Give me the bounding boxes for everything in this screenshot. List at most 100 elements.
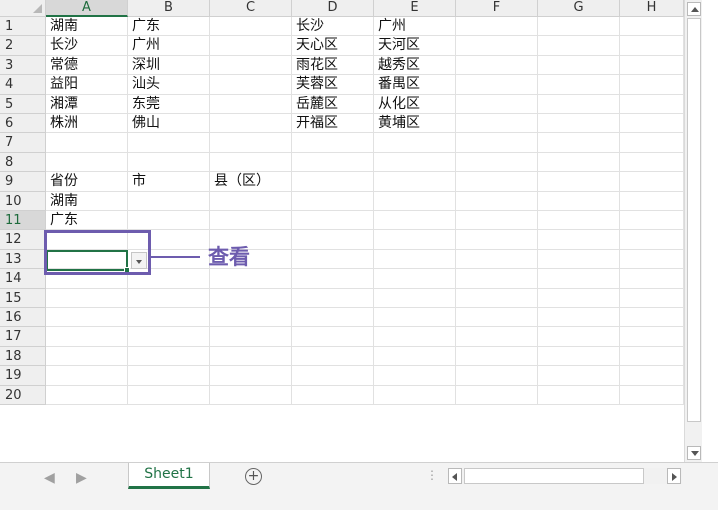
- cell-d19[interactable]: [292, 366, 374, 386]
- cell-g18[interactable]: [538, 346, 620, 367]
- cell-a9[interactable]: 省份: [46, 172, 128, 192]
- cell-c20[interactable]: [210, 385, 292, 405]
- cell-e6[interactable]: 黄埔区: [374, 114, 456, 134]
- cell-g13[interactable]: [538, 249, 620, 270]
- cell-a11[interactable]: 广东: [46, 211, 128, 231]
- cell-g1[interactable]: [538, 17, 620, 37]
- cell-d1[interactable]: 长沙: [292, 17, 374, 37]
- cell-a3[interactable]: 常德: [46, 55, 128, 76]
- column-header-g[interactable]: G: [538, 0, 620, 17]
- row-header-12[interactable]: 12: [0, 230, 46, 250]
- cell-a15[interactable]: [46, 288, 128, 308]
- cell-b10[interactable]: [128, 191, 210, 211]
- cell-f10[interactable]: [456, 191, 538, 211]
- sheet-tab-sheet1[interactable]: Sheet1: [128, 463, 210, 489]
- cell-c11[interactable]: [210, 211, 292, 231]
- column-header-c[interactable]: C: [210, 0, 292, 17]
- cell-a20[interactable]: [46, 385, 128, 405]
- add-sheet-icon[interactable]: +: [245, 468, 262, 485]
- cell-g20[interactable]: [538, 385, 620, 405]
- scroll-left-button[interactable]: [448, 468, 462, 484]
- cell-h6[interactable]: [620, 114, 684, 134]
- cell-g7[interactable]: [538, 133, 620, 153]
- cell-a7[interactable]: [46, 133, 128, 153]
- row-header-19[interactable]: 19: [0, 366, 46, 386]
- cell-f18[interactable]: [456, 346, 538, 367]
- cell-c16[interactable]: [210, 308, 292, 328]
- cell-a5[interactable]: 湘潭: [46, 94, 128, 114]
- cell-c18[interactable]: [210, 346, 292, 367]
- cell-f1[interactable]: [456, 17, 538, 37]
- column-header-d[interactable]: D: [292, 0, 374, 17]
- cell-d17[interactable]: [292, 327, 374, 347]
- cell-f12[interactable]: [456, 230, 538, 250]
- cell-g2[interactable]: [538, 36, 620, 56]
- next-sheet-icon[interactable]: ▶: [76, 470, 87, 486]
- cell-a6[interactable]: 株洲: [46, 114, 128, 134]
- cell-f15[interactable]: [456, 288, 538, 308]
- cell-h3[interactable]: [620, 55, 684, 76]
- cell-h18[interactable]: [620, 346, 684, 367]
- cell-e16[interactable]: [374, 308, 456, 328]
- cell-b19[interactable]: [128, 366, 210, 386]
- cell-b1[interactable]: 广东: [128, 17, 210, 37]
- cell-c5[interactable]: [210, 94, 292, 114]
- cell-f16[interactable]: [456, 308, 538, 328]
- cell-c7[interactable]: [210, 133, 292, 153]
- column-header-a[interactable]: A: [46, 0, 128, 17]
- cell-b6[interactable]: 佛山: [128, 114, 210, 134]
- cell-e18[interactable]: [374, 346, 456, 367]
- cell-f11[interactable]: [456, 211, 538, 231]
- cell-c4[interactable]: [210, 75, 292, 95]
- cell-g9[interactable]: [538, 172, 620, 192]
- cell-b7[interactable]: [128, 133, 210, 153]
- cell-b2[interactable]: 广州: [128, 36, 210, 56]
- cell-f2[interactable]: [456, 36, 538, 56]
- cell-b15[interactable]: [128, 288, 210, 308]
- cell-h9[interactable]: [620, 172, 684, 192]
- row-header-15[interactable]: 15: [0, 288, 46, 308]
- cell-f5[interactable]: [456, 94, 538, 114]
- row-header-11[interactable]: 11: [0, 211, 46, 231]
- cell-g14[interactable]: [538, 269, 620, 289]
- vertical-scroll-thumb[interactable]: [687, 18, 701, 422]
- cell-e17[interactable]: [374, 327, 456, 347]
- cell-e5[interactable]: 从化区: [374, 94, 456, 114]
- select-all-corner[interactable]: [0, 0, 46, 17]
- cell-g11[interactable]: [538, 211, 620, 231]
- cell-d13[interactable]: [292, 249, 374, 270]
- cell-c9[interactable]: 县（区）: [210, 172, 292, 192]
- cell-f14[interactable]: [456, 269, 538, 289]
- cell-e3[interactable]: 越秀区: [374, 55, 456, 76]
- cell-f4[interactable]: [456, 75, 538, 95]
- cell-d4[interactable]: 芙蓉区: [292, 75, 374, 95]
- cell-c8[interactable]: [210, 152, 292, 173]
- cell-b5[interactable]: 东莞: [128, 94, 210, 114]
- cell-b18[interactable]: [128, 346, 210, 367]
- row-header-4[interactable]: 4: [0, 75, 46, 95]
- cell-d14[interactable]: [292, 269, 374, 289]
- cell-d7[interactable]: [292, 133, 374, 153]
- column-header-h[interactable]: H: [620, 0, 684, 17]
- cell-f17[interactable]: [456, 327, 538, 347]
- row-header-3[interactable]: 3: [0, 55, 46, 76]
- cell-c1[interactable]: [210, 17, 292, 37]
- cell-c17[interactable]: [210, 327, 292, 347]
- cell-d3[interactable]: 雨花区: [292, 55, 374, 76]
- cell-g10[interactable]: [538, 191, 620, 211]
- cell-a16[interactable]: [46, 308, 128, 328]
- row-header-17[interactable]: 17: [0, 327, 46, 347]
- cell-e11[interactable]: [374, 211, 456, 231]
- cell-d15[interactable]: [292, 288, 374, 308]
- row-header-9[interactable]: 9: [0, 172, 46, 192]
- cell-g3[interactable]: [538, 55, 620, 76]
- cell-d8[interactable]: [292, 152, 374, 173]
- cell-h8[interactable]: [620, 152, 684, 173]
- cell-h13[interactable]: [620, 249, 684, 270]
- vertical-scrollbar[interactable]: [684, 0, 702, 462]
- cell-c10[interactable]: [210, 191, 292, 211]
- cell-a17[interactable]: [46, 327, 128, 347]
- column-header-b[interactable]: B: [128, 0, 210, 17]
- cell-c14[interactable]: [210, 269, 292, 289]
- cell-b9[interactable]: 市: [128, 172, 210, 192]
